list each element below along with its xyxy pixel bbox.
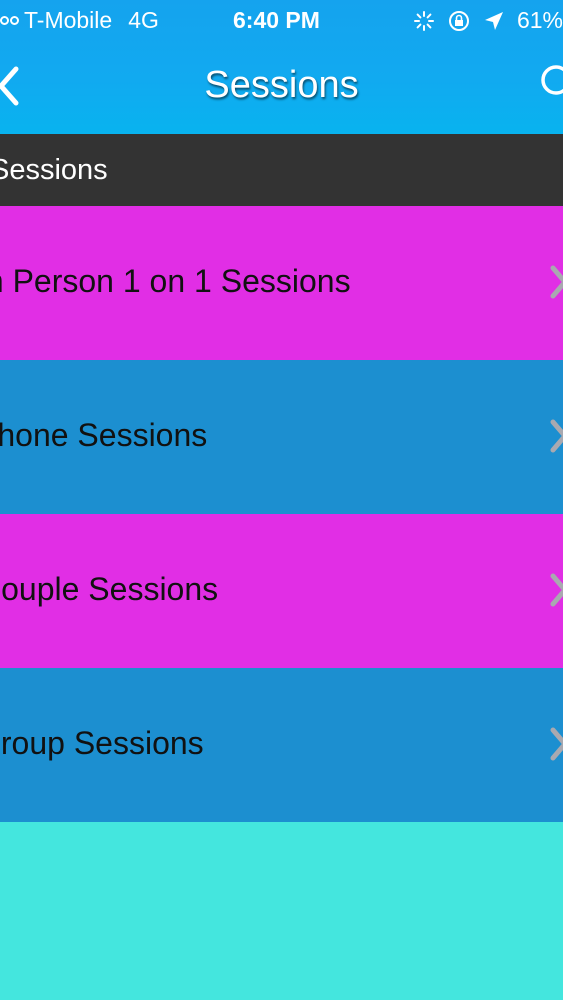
chevron-right-icon — [550, 265, 563, 299]
top-bar: T-Mobile 4G 6:40 PM 61% Sessions — [0, 0, 563, 134]
activity-spinner-icon — [413, 10, 434, 31]
chevron-right-icon — [550, 727, 563, 761]
network-label: 4G — [128, 7, 159, 33]
section-header-label: Sessions — [0, 154, 108, 186]
nav-bar: Sessions — [0, 42, 563, 134]
list-item-in-person[interactable]: In Person 1 on 1 Sessions — [0, 206, 563, 360]
status-right: 61% — [413, 7, 563, 34]
page-title: Sessions — [204, 64, 359, 106]
chevron-right-icon — [550, 573, 563, 607]
carrier-label: T-Mobile — [24, 7, 113, 33]
status-bar: T-Mobile 4G 6:40 PM 61% — [0, 0, 563, 42]
list-item-label: Couple Sessions — [0, 571, 219, 607]
search-icon[interactable] — [539, 64, 563, 102]
chevron-right-icon — [550, 419, 563, 453]
list-item-phone[interactable]: Phone Sessions — [0, 360, 563, 514]
status-left: T-Mobile 4G — [0, 7, 159, 34]
list-item-label: Group Sessions — [0, 725, 204, 761]
list-item-group[interactable]: Group Sessions — [0, 668, 563, 822]
status-time: 6:40 PM — [233, 7, 320, 33]
section-header: Sessions — [0, 134, 563, 206]
rotation-lock-icon — [448, 10, 469, 31]
location-arrow-icon — [484, 11, 503, 30]
list-item-couple[interactable]: Couple Sessions — [0, 514, 563, 668]
sessions-list: In Person 1 on 1 Sessions Phone Sessions… — [0, 206, 563, 822]
list-item-label: Phone Sessions — [0, 417, 208, 453]
battery-label: 61% — [516, 7, 563, 33]
signal-dots-icon — [0, 16, 20, 25]
list-item-label: In Person 1 on 1 Sessions — [0, 263, 351, 299]
app-screen: T-Mobile 4G 6:40 PM 61% Sessions Session… — [0, 0, 563, 1000]
